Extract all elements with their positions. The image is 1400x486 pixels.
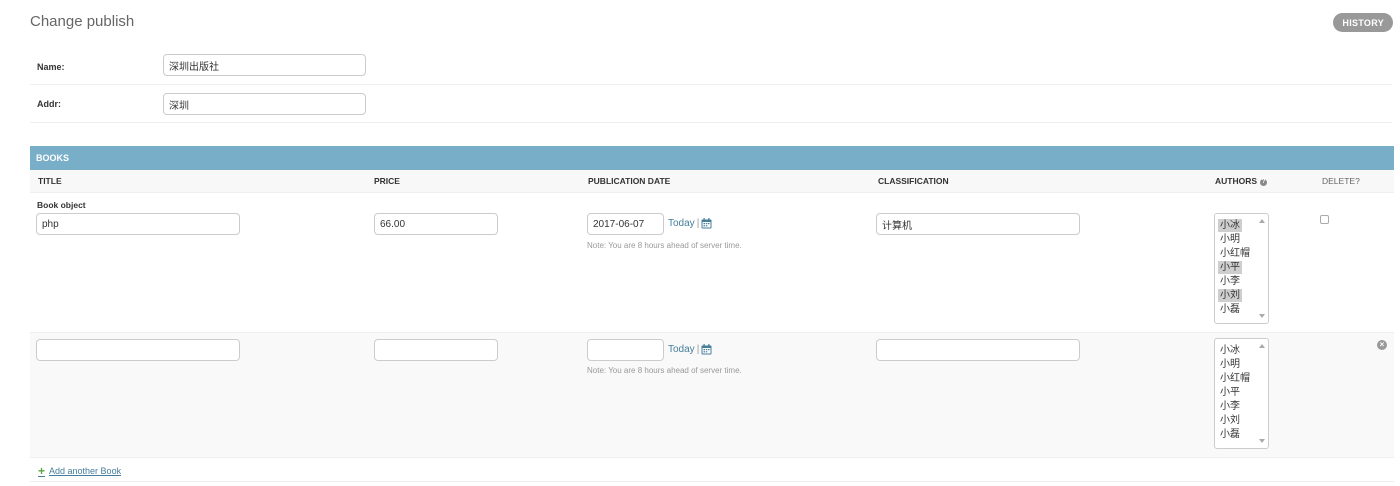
author-option[interactable]: 小平 [1218, 261, 1242, 274]
book-object-label: Book object [37, 200, 86, 210]
author-option[interactable]: 小冰 [1218, 219, 1242, 232]
today-shortcut: Today | [668, 218, 712, 229]
scroll-down-icon[interactable] [1259, 439, 1265, 443]
scroll-up-icon[interactable] [1259, 344, 1265, 348]
authors-select[interactable]: 小冰 小明 小红帽 小平 小李 小刘 小磊 [1214, 213, 1269, 324]
add-another-book-label[interactable]: Add another Book [49, 466, 121, 476]
author-option[interactable]: 小明 [1218, 233, 1242, 246]
author-option[interactable]: 小明 [1218, 358, 1242, 371]
col-classification: CLASSIFICATION [878, 176, 949, 186]
form-row-addr: Addr: 深圳 [30, 85, 1392, 123]
publication-date-input[interactable] [587, 339, 664, 361]
book-row: Book object php 66.00 2017-06-07 Today |… [30, 193, 1394, 333]
col-authors: AUTHORS? [1215, 170, 1268, 193]
server-time-note: Note: You are 8 hours ahead of server ti… [587, 366, 742, 375]
publication-date-input[interactable]: 2017-06-07 [587, 213, 664, 235]
add-another-book-link[interactable]: + Add another Book [38, 464, 121, 478]
author-option[interactable]: 小李 [1218, 275, 1242, 288]
scroll-up-icon[interactable] [1259, 219, 1265, 223]
books-column-headers: TITLE PRICE PUBLICATION DATE CLASSIFICAT… [30, 170, 1394, 193]
form-row-name: Name: 深圳出版社 [30, 48, 1392, 85]
today-separator: | [696, 218, 700, 229]
title-input[interactable]: php [36, 213, 240, 235]
name-label: Name: [37, 62, 65, 72]
calendar-icon[interactable] [701, 218, 712, 229]
plus-icon: + [38, 464, 46, 478]
book-row-empty: Today | Note: You are 8 hours ahead of s… [30, 333, 1394, 458]
author-option[interactable]: 小红帽 [1218, 247, 1252, 260]
server-time-note: Note: You are 8 hours ahead of server ti… [587, 241, 742, 250]
authors-select[interactable]: 小冰 小明 小红帽 小平 小李 小刘 小磊 [1214, 338, 1269, 449]
authors-scrollbar[interactable] [1257, 214, 1268, 323]
addr-label: Addr: [37, 99, 61, 109]
today-shortcut: Today | [668, 344, 712, 355]
help-icon[interactable]: ? [1260, 179, 1268, 186]
author-option[interactable]: 小红帽 [1218, 372, 1252, 385]
col-authors-label: AUTHORS [1215, 176, 1258, 186]
col-title: TITLE [38, 176, 62, 186]
scroll-down-icon[interactable] [1259, 314, 1265, 318]
author-option[interactable]: 小磊 [1218, 303, 1242, 316]
col-publication-date: PUBLICATION DATE [588, 176, 671, 186]
author-option[interactable]: 小刘 [1218, 289, 1242, 302]
remove-icon[interactable]: × [1377, 340, 1387, 350]
author-option[interactable]: 小平 [1218, 386, 1242, 399]
col-delete: DELETE? [1322, 176, 1360, 186]
classification-input[interactable] [876, 339, 1080, 361]
today-link[interactable]: Today [668, 218, 695, 229]
today-link[interactable]: Today [668, 344, 695, 355]
price-input[interactable] [374, 339, 498, 361]
classification-input[interactable]: 计算机 [876, 213, 1080, 235]
addr-input[interactable]: 深圳 [163, 93, 366, 115]
author-option[interactable]: 小李 [1218, 400, 1242, 413]
history-button[interactable]: HISTORY [1333, 13, 1393, 32]
authors-scrollbar[interactable] [1257, 339, 1268, 448]
title-input[interactable] [36, 339, 240, 361]
calendar-icon[interactable] [701, 344, 712, 355]
name-input[interactable]: 深圳出版社 [163, 54, 366, 76]
delete-checkbox[interactable] [1320, 215, 1329, 224]
add-row: + Add another Book [30, 458, 1394, 482]
books-section-header: BOOKS [30, 146, 1394, 170]
col-price: PRICE [374, 176, 400, 186]
price-input[interactable]: 66.00 [374, 213, 498, 235]
author-option[interactable]: 小刘 [1218, 414, 1242, 427]
author-option[interactable]: 小磊 [1218, 428, 1242, 441]
page-title: Change publish [30, 13, 135, 30]
today-separator: | [696, 344, 700, 355]
author-option[interactable]: 小冰 [1218, 344, 1242, 357]
